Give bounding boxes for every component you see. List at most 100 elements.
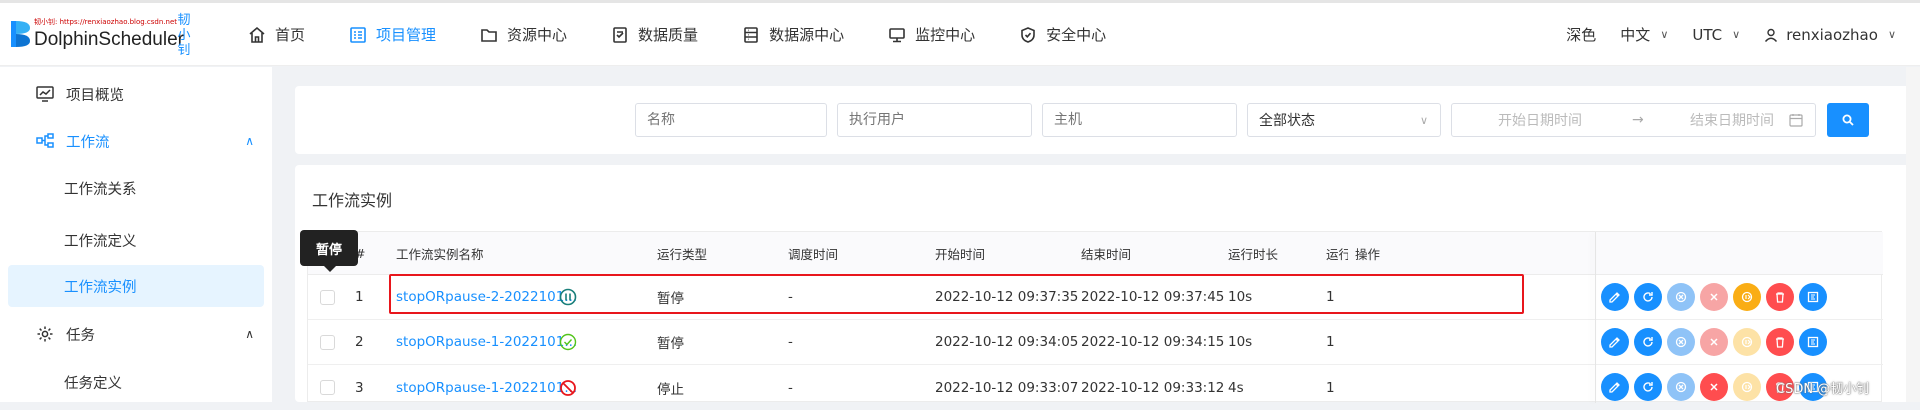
rerun-button[interactable] [1634,373,1662,401]
trash-icon [1776,337,1784,348]
theme-switch[interactable]: 深色 [1566,24,1596,45]
sidebar-item-label: 任务 [66,327,95,344]
home-icon [249,26,265,43]
shield-icon [1021,26,1035,43]
schedule-time: - [788,289,793,305]
sidebar-item-label: 工作流关系 [64,181,137,198]
nav-project[interactable]: 项目管理 [327,3,458,66]
nav-data-quality[interactable]: 数据质量 [589,3,720,66]
column-duration: 运行时长 [1228,246,1279,262]
duration: 10s [1228,289,1253,305]
sidebar-item-label: 工作流定义 [64,233,137,250]
recover-failed-button[interactable] [1667,283,1695,311]
delete-button[interactable] [1766,328,1794,356]
gantt-icon [1807,291,1819,303]
nav-project-label: 项目管理 [376,26,437,44]
schedule-time: - [788,379,793,396]
state-success-icon[interactable] [559,320,577,364]
pause-circle-icon [1741,336,1753,348]
refresh-icon [1643,382,1653,392]
run-type: 暂停 [657,291,684,307]
row-index: 1 [355,289,364,305]
gantt-button[interactable] [1799,283,1827,311]
tooltip-paused: 暂停 [300,230,358,272]
edit-icon [1609,337,1620,348]
edit-button[interactable] [1601,373,1629,401]
pause-circle-icon [1741,381,1753,393]
chevron-up-icon: ∧ [245,327,254,341]
start-date-placeholder: 开始日期时间 [1498,113,1582,129]
rerun-button[interactable] [1634,283,1662,311]
date-range-picker[interactable]: 开始日期时间 → 结束日期时间 [1451,103,1816,137]
recover-failed-button[interactable] [1667,373,1695,401]
run-type: 暂停 [657,336,684,352]
main-content: 全部状态 ∨ 开始日期时间 → 结束日期时间 工作流实例 # 工作流实例名称 运… [295,86,1920,403]
user-menu[interactable]: renxiaozhao ∨ [1764,26,1896,44]
instance-name-link[interactable]: stopORpause-1-2022101... [396,320,577,364]
sidebar-item-workflow[interactable]: 工作流 ∧ [0,118,272,164]
pause-circle-icon [1741,291,1753,303]
user-name: renxiaozhao [1786,25,1878,44]
logo[interactable]: 韧小钊: https://renxiaozhao.blog.csdn.net D… [10,13,200,59]
nav-monitor[interactable]: 监控中心 [866,3,997,66]
sidebar-item-task[interactable]: 任务 ∧ [0,311,272,357]
timezone-select[interactable]: UTC ∨ [1692,26,1740,44]
host-input[interactable] [1042,103,1237,137]
trash-icon [1776,292,1784,303]
workflow-icon [36,133,54,148]
stop-button[interactable] [1700,283,1728,311]
name-input[interactable] [635,103,827,137]
gantt-button[interactable] [1799,328,1827,356]
nav-home[interactable]: 首页 [226,3,327,66]
nav-datasource[interactable]: 数据源中心 [720,3,866,66]
start-time: 2022-10-12 09:34:05 [935,334,1079,350]
sidebar-item-task-definition[interactable]: 任务定义 [0,359,272,405]
executor-input[interactable] [837,103,1032,137]
edit-button[interactable] [1601,328,1629,356]
chevron-down-icon: ∨ [1419,113,1428,127]
folder-icon [481,28,497,42]
edit-button[interactable] [1601,283,1629,311]
filter-bar: 全部状态 ∨ 开始日期时间 → 结束日期时间 [295,86,1920,154]
close-icon [1710,338,1718,346]
sidebar-item-label: 任务定义 [64,375,122,392]
row-checkbox[interactable] [320,365,335,410]
sidebar-item-workflow-definition[interactable]: 工作流定义 [0,217,272,263]
column-end-time: 结束时间 [1081,246,1132,262]
row-checkbox[interactable] [320,275,335,319]
pause-button[interactable] [1733,283,1761,311]
sidebar-item-workflow-instance[interactable]: 工作流实例 [0,263,272,309]
sidebar-item-workflow-relation[interactable]: 工作流关系 [0,165,272,211]
calendar-icon [1789,114,1803,127]
state-stopped-icon[interactable] [559,365,577,410]
status-select[interactable]: 全部状态 ∨ [1247,103,1441,137]
nav-security[interactable]: 安全中心 [997,3,1128,66]
recover-failed-button[interactable] [1667,328,1695,356]
pause-button[interactable] [1733,373,1761,401]
delete-button[interactable] [1766,283,1794,311]
language-select[interactable]: 中文 ∨ [1620,24,1668,45]
schedule-time: - [788,334,793,350]
instance-name-link[interactable]: stopORpause-1-2022101... [396,365,577,410]
timezone-label: UTC [1692,25,1723,44]
nav-home-label: 首页 [275,26,306,44]
page-scrollbar[interactable] [1906,67,1920,402]
end-time: 2022-10-12 09:34:15 [1081,334,1225,350]
csdn-watermark: CSDN @韧小钊 [1776,382,1870,397]
pause-button[interactable] [1733,328,1761,356]
run-times: 1 [1326,334,1335,350]
main-nav: 首页 项目管理 资源中心 数据质量 数据源中心 监控中心 安全中心 [226,3,1128,66]
state-paused-icon[interactable] [559,275,577,319]
status-select-value: 全部状态 [1259,113,1315,129]
rerun-button[interactable] [1634,328,1662,356]
sidebar-item-project-overview[interactable]: 项目概览 [0,71,272,117]
search-button[interactable] [1827,103,1869,137]
instance-table: # 工作流实例名称 运行类型 调度时间 开始时间 结束时间 运行时长 运行 操作… [307,231,1883,403]
start-time: 2022-10-12 09:37:35 [935,289,1079,305]
stop-button[interactable] [1700,373,1728,401]
fixed-column-divider [1595,232,1596,403]
instance-name-link[interactable]: stopORpause-2-2022101... [396,275,577,319]
nav-resource[interactable]: 资源中心 [458,3,589,66]
row-checkbox[interactable] [320,320,335,364]
stop-button[interactable] [1700,328,1728,356]
